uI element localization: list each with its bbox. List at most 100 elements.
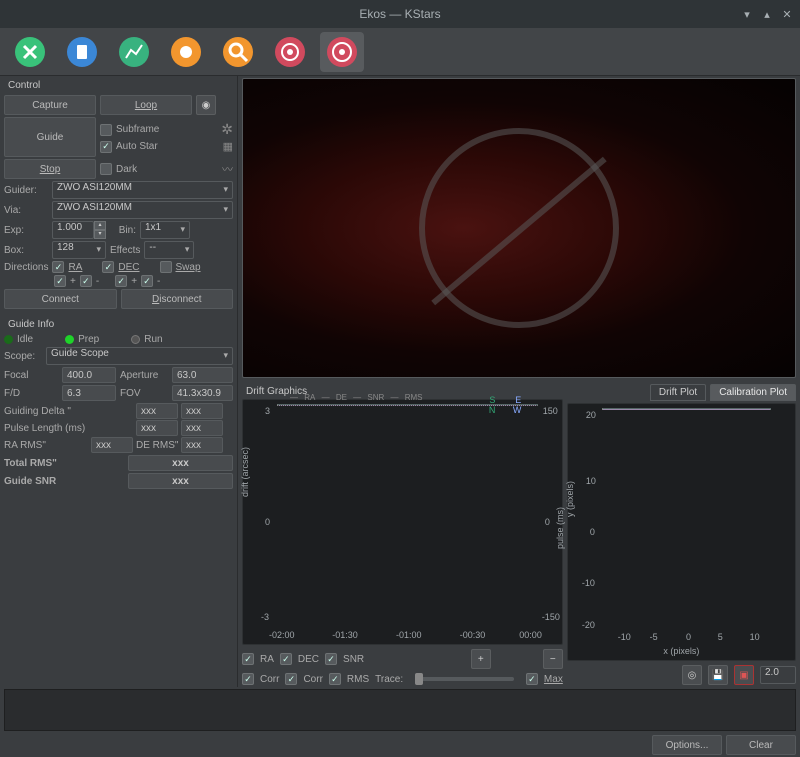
zoom-in-button[interactable]: + xyxy=(471,649,491,669)
loop-extra-icon[interactable]: ◉ xyxy=(196,95,216,115)
connect-button[interactable]: Connect xyxy=(4,289,117,309)
calib-canvas xyxy=(602,408,771,410)
ra-plus-check[interactable]: ✓ xyxy=(54,275,66,287)
effects-label: Effects xyxy=(110,245,140,256)
effects-select[interactable]: -- xyxy=(144,241,194,259)
close-icon[interactable]: ✕ xyxy=(780,7,794,21)
tab-drift-plot[interactable]: Drift Plot xyxy=(650,384,706,401)
idle-dot xyxy=(4,335,13,344)
autostar-label: Auto Star xyxy=(116,141,158,152)
right-panel: Drift Graphics drift (arcsec) pulse (ms)… xyxy=(238,76,800,687)
bin-label: Bin: xyxy=(110,225,136,236)
aperture-label: Aperture xyxy=(120,370,168,381)
log-view[interactable] xyxy=(4,689,796,731)
guide-image-view[interactable] xyxy=(242,78,796,378)
tab-scheduler[interactable] xyxy=(60,32,104,72)
trms: xxx xyxy=(128,455,233,471)
pl2: xxx xyxy=(181,420,223,436)
via-select[interactable]: ZWO ASI120MM xyxy=(52,201,233,219)
target-icon[interactable]: ◎ xyxy=(682,665,702,685)
calibration-section: Drift Plot Calibration Plot y (pixels) 2… xyxy=(567,384,796,685)
snr: xxx xyxy=(128,473,233,489)
fd-value: 6.3 xyxy=(62,385,116,401)
dark-check[interactable] xyxy=(100,163,112,175)
dec-plus-check[interactable]: ✓ xyxy=(115,275,127,287)
record-icon[interactable]: ▣ xyxy=(734,665,754,685)
subframe-label: Subframe xyxy=(116,124,159,135)
plot-max-check[interactable]: ✓ xyxy=(526,673,538,685)
tab-guide[interactable] xyxy=(320,32,364,72)
bottom-panel: Options... Clear xyxy=(0,687,800,757)
rarms: xxx xyxy=(91,437,133,453)
drift-legend: — RA — DE — SNR — RMS xyxy=(290,393,427,402)
tab-analyze[interactable] xyxy=(112,32,156,72)
swap-check[interactable] xyxy=(160,261,172,273)
focal-value: 400.0 xyxy=(62,367,116,383)
left-panel: Control Capture Loop ◉ Guide Subframe ✲ ✓… xyxy=(0,76,238,687)
bin-select[interactable]: 1x1 xyxy=(140,221,190,239)
save-icon[interactable]: 💾 xyxy=(708,665,728,685)
guider-label: Guider: xyxy=(4,185,48,196)
zoom-out-button[interactable]: − xyxy=(543,649,563,669)
exp-input[interactable]: 1.000▴▾ xyxy=(52,221,106,239)
tab-focus[interactable] xyxy=(216,32,260,72)
derms-label: DE RMS" xyxy=(136,440,178,451)
drift-canvas: N W S E — RA — DE — SNR — RMS xyxy=(277,404,538,406)
stop-button[interactable]: Stop xyxy=(4,159,96,179)
trace-slider[interactable] xyxy=(415,677,514,681)
settings-icon[interactable]: ▦ xyxy=(223,140,233,153)
swap-label: Swap xyxy=(176,262,201,273)
ra-label: RA xyxy=(68,262,82,273)
calibration-plot[interactable]: y (pixels) 20 10 0 -10 -20 -10 -5 0 5 10… xyxy=(567,403,796,661)
gd2: xxx xyxy=(181,403,223,419)
pl-label: Pulse Length (ms) xyxy=(4,423,88,434)
drift-section: Drift Graphics drift (arcsec) pulse (ms)… xyxy=(242,384,563,685)
gd1: xxx xyxy=(136,403,178,419)
dec-check[interactable]: ✓ xyxy=(102,261,114,273)
plot-corr2-check[interactable]: ✓ xyxy=(285,673,297,685)
fov-value: 41.3x30.9 xyxy=(172,385,233,401)
directions-label: Directions xyxy=(4,262,48,273)
subframe-check[interactable] xyxy=(100,124,112,136)
prep-dot xyxy=(65,335,74,344)
pl1: xxx xyxy=(136,420,178,436)
plot-rms-check[interactable]: ✓ xyxy=(329,673,341,685)
guider-select[interactable]: ZWO ASI120MM xyxy=(52,181,233,199)
via-label: Via: xyxy=(4,205,48,216)
tab-align[interactable] xyxy=(268,32,312,72)
zoom-value[interactable]: 2.0 xyxy=(760,666,796,684)
plot-dec-check[interactable]: ✓ xyxy=(280,653,292,665)
graph-icon[interactable]: 〰 xyxy=(222,161,233,177)
ra-minus-check[interactable]: ✓ xyxy=(80,275,92,287)
aperture-value: 63.0 xyxy=(172,367,233,383)
plot-corr1-check[interactable]: ✓ xyxy=(242,673,254,685)
dark-label: Dark xyxy=(116,164,137,175)
options-button[interactable]: Options... xyxy=(652,735,722,755)
loop-button[interactable]: Loop xyxy=(100,95,192,115)
control-group-title: Control xyxy=(4,78,233,93)
plot-snr-check[interactable]: ✓ xyxy=(325,653,337,665)
plot-ra-check[interactable]: ✓ xyxy=(242,653,254,665)
tab-capture[interactable] xyxy=(164,32,208,72)
capture-button[interactable]: Capture xyxy=(4,95,96,115)
dec-minus-check[interactable]: ✓ xyxy=(141,275,153,287)
disconnect-button[interactable]: Disconnect xyxy=(121,289,234,309)
gear-icon[interactable]: ✲ xyxy=(221,121,233,138)
maximize-icon[interactable]: ▴ xyxy=(760,7,774,21)
tab-calibration-plot[interactable]: Calibration Plot xyxy=(710,384,796,401)
box-label: Box: xyxy=(4,245,48,256)
derms: xxx xyxy=(181,437,223,453)
focal-label: Focal xyxy=(4,370,58,381)
ra-check[interactable]: ✓ xyxy=(52,261,64,273)
scope-select[interactable]: Guide Scope xyxy=(46,347,233,365)
exp-label: Exp: xyxy=(4,225,48,236)
gd-label: Guiding Delta " xyxy=(4,406,88,417)
drift-plot[interactable]: drift (arcsec) pulse (ms) N W S xyxy=(242,399,563,645)
guide-button[interactable]: Guide xyxy=(4,117,96,157)
dec-label: DEC xyxy=(118,262,139,273)
tab-setup[interactable] xyxy=(8,32,52,72)
autostar-check[interactable]: ✓ xyxy=(100,141,112,153)
clear-button[interactable]: Clear xyxy=(726,735,796,755)
minimize-icon[interactable]: ▾ xyxy=(740,7,754,21)
box-select[interactable]: 128 xyxy=(52,241,106,259)
